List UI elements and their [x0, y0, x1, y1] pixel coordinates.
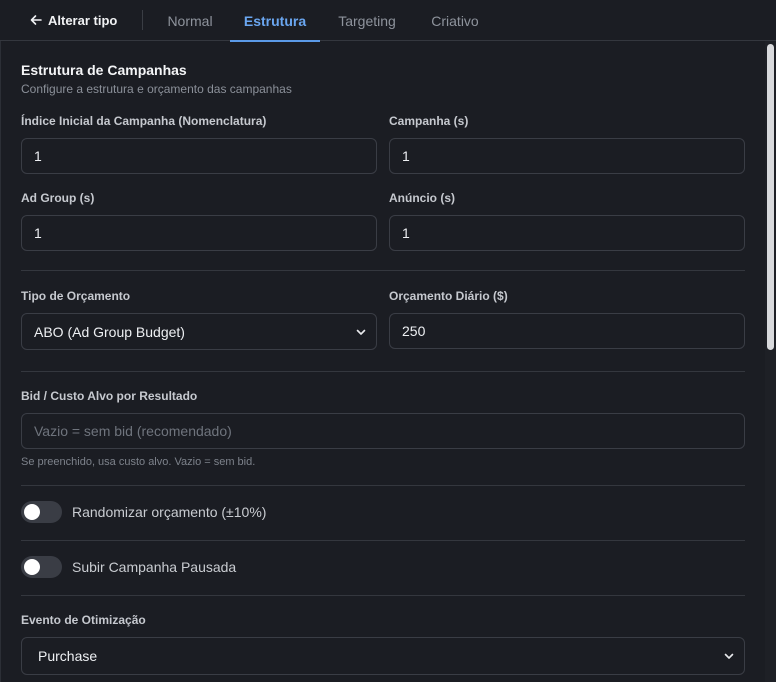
- tab-targeting[interactable]: Targeting: [326, 0, 408, 41]
- budget-type-label: Tipo de Orçamento: [21, 289, 131, 303]
- bid-input[interactable]: Vazio = sem bid (recomendado): [21, 413, 745, 449]
- budget-type-value: ABO (Ad Group Budget): [34, 323, 185, 340]
- daily-budget-label: Orçamento Diário ($): [389, 289, 508, 303]
- divider: [21, 270, 745, 271]
- ad-groups-input[interactable]: 1: [21, 215, 377, 251]
- paused-campaign-toggle[interactable]: [21, 556, 62, 578]
- daily-budget-input[interactable]: 250: [389, 313, 745, 349]
- structure-panel: Estrutura de Campanhas Configure a estru…: [0, 41, 765, 682]
- ads-input[interactable]: 1: [389, 215, 745, 251]
- randomize-budget-label: Randomizar orçamento (±10%): [72, 504, 267, 520]
- optimization-event-select[interactable]: Purchase: [21, 637, 745, 675]
- bid-label: Bid / Custo Alvo por Resultado: [21, 389, 198, 403]
- campaigns-input[interactable]: 1: [389, 138, 745, 174]
- budget-type-select[interactable]: ABO (Ad Group Budget): [21, 313, 377, 350]
- start-index-label: Índice Inicial da Campanha (Nomenclatura…: [21, 114, 267, 128]
- tab-divider: [142, 10, 143, 30]
- scrollbar-thumb[interactable]: [767, 44, 774, 350]
- chevron-down-icon: [724, 653, 734, 659]
- divider: [21, 485, 745, 486]
- top-tab-bar: Alterar tipo Normal Estrutura Targeting …: [0, 0, 776, 42]
- paused-campaign-label: Subir Campanha Pausada: [72, 559, 237, 575]
- divider: [21, 595, 745, 596]
- section-subtitle: Configure a estrutura e orçamento das ca…: [21, 82, 292, 96]
- start-index-input[interactable]: 1: [21, 138, 377, 174]
- section-title: Estrutura de Campanhas: [21, 62, 187, 78]
- tab-estrutura[interactable]: Estrutura: [230, 0, 320, 42]
- toggle-knob: [24, 559, 40, 575]
- scrollbar[interactable]: [765, 41, 776, 682]
- ads-label: Anúncio (s): [389, 191, 455, 205]
- tab-normal[interactable]: Normal: [155, 0, 225, 41]
- ad-groups-label: Ad Group (s): [21, 191, 95, 205]
- chevron-down-icon: [356, 329, 366, 335]
- divider: [21, 371, 745, 372]
- arrow-left-icon: [30, 15, 42, 25]
- back-button-label: Alterar tipo: [48, 12, 118, 28]
- bid-hint: Se preenchido, usa custo alvo. Vazio = s…: [21, 456, 256, 468]
- back-button[interactable]: Alterar tipo: [30, 11, 117, 29]
- randomize-budget-row: Randomizar orçamento (±10%): [21, 501, 266, 523]
- randomize-budget-toggle[interactable]: [21, 501, 62, 523]
- optimization-event-label: Evento de Otimização: [21, 613, 146, 627]
- campaigns-label: Campanha (s): [389, 114, 469, 128]
- divider: [21, 540, 745, 541]
- toggle-knob: [24, 504, 40, 520]
- optimization-event-value: Purchase: [38, 648, 98, 664]
- tab-criativo[interactable]: Criativo: [418, 0, 492, 41]
- paused-campaign-row: Subir Campanha Pausada: [21, 556, 236, 578]
